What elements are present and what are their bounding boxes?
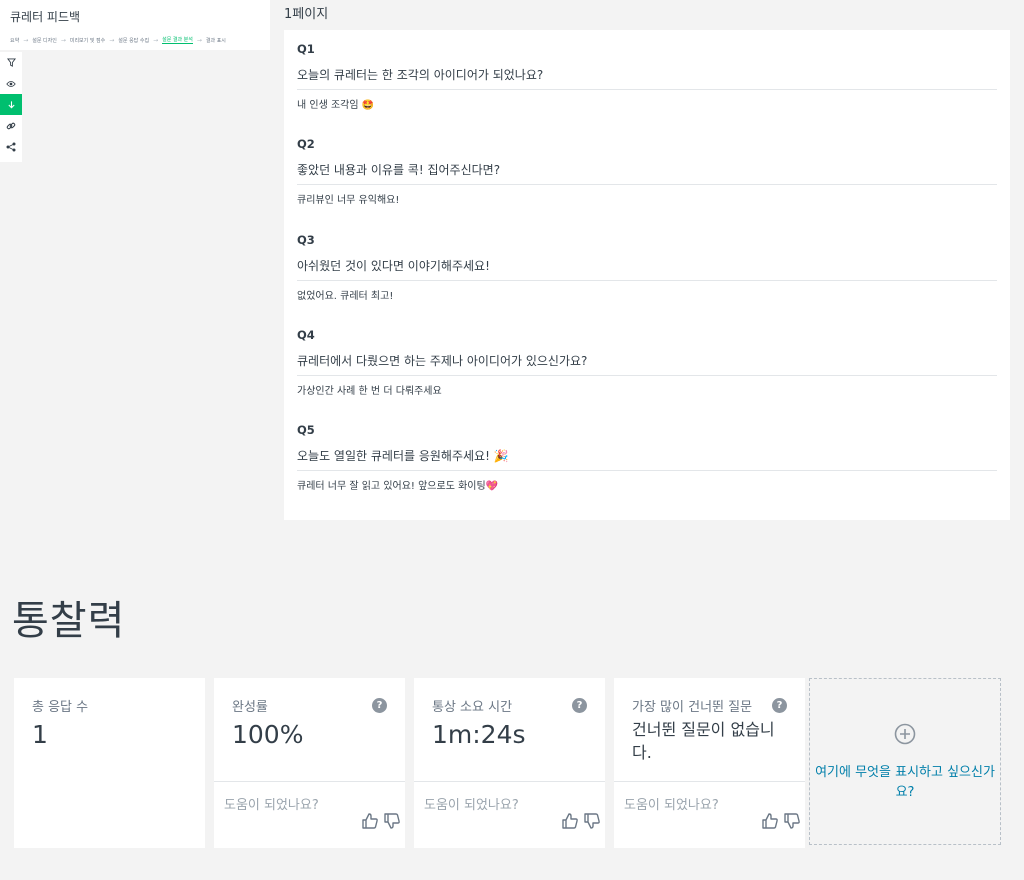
add-insight-text: 여기에 무엇을 표시하고 싶으신가요?: [815, 765, 995, 800]
page-label: 1페이지: [284, 7, 329, 22]
stat-value: 1m:24s: [432, 720, 526, 749]
divider: [614, 781, 805, 782]
helpful-prompt: 도움이 되었나요?: [424, 798, 519, 813]
question-text: 좋았던 내용과 이유를 콕! 집어주신다면?: [297, 163, 501, 177]
stat-title: 통상 소요 시간: [432, 700, 513, 715]
question-block: Q2 좋았던 내용과 이유를 콕! 집어주신다면? 큐리뷰인 너무 유익해요!: [297, 137, 997, 206]
question-block: Q1 오늘의 큐레터는 한 조각의 아이디어가 되었나요? 내 인생 조각임 🤩: [297, 42, 997, 111]
thumbs-down-icon[interactable]: [583, 812, 601, 830]
question-block: Q5 오늘도 열일한 큐레터를 응원해주세요! 🎉 큐레터 너무 잘 읽고 있어…: [297, 423, 997, 492]
answer-text: 가상인간 사례 한 번 더 다뤄주세요: [297, 386, 442, 397]
feedback-buttons: [561, 812, 601, 830]
question-number: Q1: [297, 42, 315, 56]
answer-text: 없었어요. 큐레터 최고!: [297, 291, 394, 302]
responses-card: Q1 오늘의 큐레터는 한 조각의 아이디어가 되었나요? 내 인생 조각임 🤩…: [284, 30, 1010, 520]
download-icon[interactable]: [0, 94, 22, 115]
stat-card-most-skipped: 가장 많이 건너뛴 질문 ? 건너뛴 질문이 없습니다. 도움이 되었나요?: [614, 678, 805, 848]
step-present[interactable]: 결과 표시: [206, 37, 226, 44]
question-block: Q4 큐레터에서 다뤘으면 하는 주제나 아이디어가 있으신가요? 가상인간 사…: [297, 328, 997, 397]
stat-value: 100%: [232, 720, 304, 749]
plus-circle-icon: [894, 723, 916, 745]
thumbs-up-icon[interactable]: [361, 812, 379, 830]
divider: [297, 280, 997, 281]
answer-text: 큐리뷰인 너무 유익해요!: [297, 195, 400, 206]
stat-title: 총 응답 수: [32, 700, 89, 715]
stat-value: 건너뛴 질문이 없습니다.: [632, 720, 775, 762]
thumbs-up-icon[interactable]: [761, 812, 779, 830]
question-number: Q3: [297, 233, 315, 247]
divider: [297, 470, 997, 471]
divider: [414, 781, 605, 782]
helpful-prompt: 도움이 되었나요?: [224, 798, 319, 813]
arrow-right-icon: →: [153, 36, 159, 44]
divider: [297, 375, 997, 376]
stat-card-completion-rate: 완성률 ? 100% 도움이 되었나요?: [214, 678, 405, 848]
survey-header: 큐레터 피드백 요약 → 설문 디자인 → 미리보기 및 점수 → 설문 응답 …: [0, 0, 270, 50]
survey-title: 큐레터 피드백: [10, 10, 81, 24]
share-icon[interactable]: [0, 136, 22, 157]
stat-card-total-responses: 총 응답 수 1: [14, 678, 205, 848]
arrow-right-icon: →: [196, 36, 202, 44]
question-text: 오늘도 열일한 큐레터를 응원해주세요! 🎉: [297, 449, 509, 463]
arrow-right-icon: →: [23, 36, 29, 44]
step-collect[interactable]: 설문 응답 수집: [118, 37, 149, 44]
stat-title: 가장 많이 건너뛴 질문: [632, 700, 753, 715]
question-text: 아쉬웠던 것이 있다면 이야기해주세요!: [297, 259, 490, 273]
step-preview[interactable]: 미리보기 및 점수: [70, 37, 105, 44]
thumbs-up-icon[interactable]: [561, 812, 579, 830]
arrow-right-icon: →: [109, 36, 115, 44]
question-number: Q5: [297, 423, 315, 437]
step-summary[interactable]: 요약: [10, 37, 19, 44]
question-number: Q2: [297, 137, 315, 151]
add-insight-card[interactable]: 여기에 무엇을 표시하고 싶으신가요?: [809, 678, 1001, 845]
feedback-buttons: [761, 812, 801, 830]
insights-title: 통찰력: [12, 598, 126, 644]
question-text: 오늘의 큐레터는 한 조각의 아이디어가 되었나요?: [297, 68, 544, 82]
step-nav: 요약 → 설문 디자인 → 미리보기 및 점수 → 설문 응답 수집 → 설문 …: [10, 36, 226, 44]
divider: [214, 781, 405, 782]
feedback-buttons: [361, 812, 401, 830]
side-toolbar: [0, 52, 22, 162]
step-analyze[interactable]: 설문 결과 분석: [162, 36, 193, 44]
divider: [297, 184, 997, 185]
stat-value: 1: [32, 720, 48, 749]
helpful-prompt: 도움이 되었나요?: [624, 798, 719, 813]
filter-icon[interactable]: [0, 52, 22, 73]
question-number: Q4: [297, 328, 315, 342]
help-icon[interactable]: ?: [772, 698, 787, 713]
stat-card-typical-time: 통상 소요 시간 ? 1m:24s 도움이 되었나요?: [414, 678, 605, 848]
question-block: Q3 아쉬웠던 것이 있다면 이야기해주세요! 없었어요. 큐레터 최고!: [297, 233, 997, 302]
thumbs-down-icon[interactable]: [783, 812, 801, 830]
help-icon[interactable]: ?: [372, 698, 387, 713]
question-text: 큐레터에서 다뤘으면 하는 주제나 아이디어가 있으신가요?: [297, 354, 588, 368]
step-design[interactable]: 설문 디자인: [32, 37, 57, 44]
divider: [297, 89, 997, 90]
help-icon[interactable]: ?: [572, 698, 587, 713]
answer-text: 내 인생 조각임 🤩: [297, 100, 375, 111]
arrow-right-icon: →: [60, 36, 66, 44]
thumbs-down-icon[interactable]: [383, 812, 401, 830]
answer-text: 큐레터 너무 잘 읽고 있어요! 앞으로도 화이팅💖: [297, 481, 499, 492]
eye-icon[interactable]: [0, 73, 22, 94]
stat-title: 완성률: [232, 700, 268, 715]
link-icon[interactable]: [0, 115, 22, 136]
